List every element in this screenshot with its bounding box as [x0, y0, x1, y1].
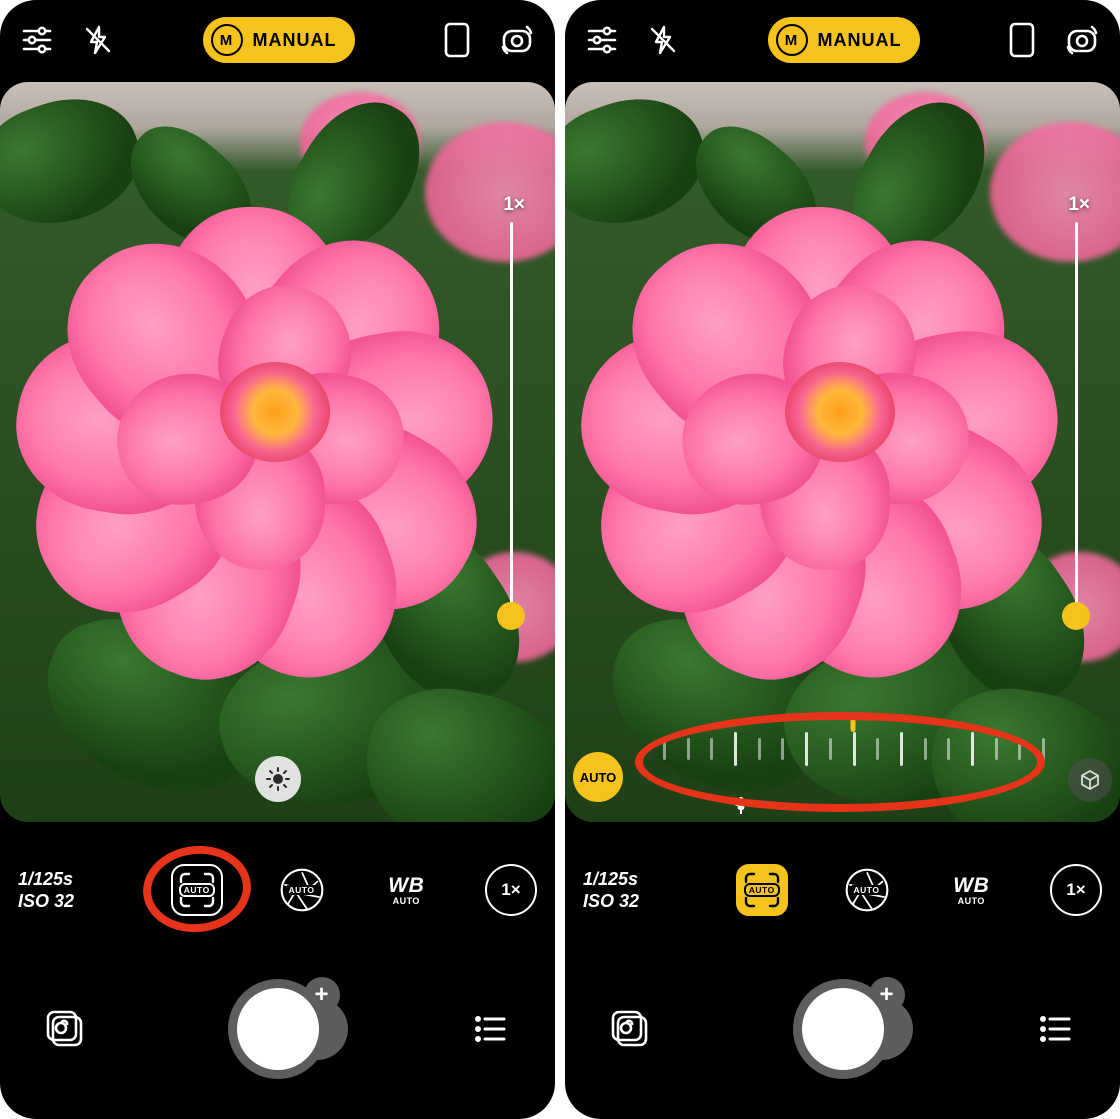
- focus-control-button[interactable]: AUTO: [736, 864, 788, 916]
- camera-screen-left: M MANUAL: [0, 0, 555, 1119]
- shutter-speed-value: 1/125s: [583, 868, 683, 891]
- manual-controls-row: 1/125s ISO 32 AUTO AUTO: [0, 835, 555, 945]
- settings-sliders-icon[interactable]: [20, 23, 54, 57]
- top-bar: M MANUAL: [565, 0, 1120, 80]
- flash-off-icon[interactable]: [647, 24, 679, 56]
- focus-control-button[interactable]: AUTO: [171, 864, 223, 916]
- flash-off-icon[interactable]: [82, 24, 114, 56]
- macro-flower-icon: [730, 794, 752, 816]
- iso-value: ISO 32: [583, 890, 683, 913]
- format-cube-icon[interactable]: [1068, 758, 1112, 802]
- shutter-button[interactable]: [228, 979, 328, 1079]
- zoom-slider-handle[interactable]: [1062, 602, 1090, 630]
- shutter-speed-value: 1/125s: [18, 868, 118, 891]
- zoom-slider-track[interactable]: [510, 222, 513, 622]
- mode-badge: M: [776, 24, 808, 56]
- aspect-ratio-icon[interactable]: [1008, 21, 1036, 59]
- gallery-button[interactable]: [40, 1004, 90, 1054]
- wb-label: WB: [953, 875, 989, 896]
- focus-auto-badge[interactable]: AUTO: [573, 752, 623, 802]
- white-balance-control-button[interactable]: WB AUTO: [380, 864, 432, 916]
- lens-zoom-button[interactable]: 1×: [485, 864, 537, 916]
- menu-list-button[interactable]: [1030, 1004, 1080, 1054]
- subject-flower: [610, 177, 1030, 577]
- lens-zoom-label: 1×: [1066, 880, 1085, 900]
- camera-switch-icon[interactable]: [1064, 22, 1100, 58]
- zoom-indicator: 1×: [1068, 194, 1090, 216]
- mode-badge: M: [211, 24, 243, 56]
- mode-label: MANUAL: [818, 30, 902, 51]
- shutter-speed-control-button[interactable]: AUTO: [841, 864, 893, 916]
- shutter-row: +: [0, 959, 555, 1099]
- wb-auto-label: AUTO: [393, 896, 420, 906]
- shutter-auto-label: AUTO: [852, 885, 882, 895]
- shutter-button[interactable]: [793, 979, 893, 1079]
- camera-switch-icon[interactable]: [499, 22, 535, 58]
- zoom-slider-track[interactable]: [1075, 222, 1078, 622]
- top-bar: M MANUAL: [0, 0, 555, 80]
- exposure-compensation-button[interactable]: [255, 756, 301, 802]
- wb-label: WB: [388, 875, 424, 896]
- exposure-readout: 1/125s ISO 32: [18, 868, 118, 913]
- shutter-auto-label: AUTO: [287, 885, 317, 895]
- manual-controls-row: 1/125s ISO 32 AUTO AUTO WB AUTO: [565, 835, 1120, 945]
- viewfinder[interactable]: 1×: [0, 82, 555, 822]
- settings-sliders-icon[interactable]: [585, 23, 619, 57]
- camera-screen-right: M MANUAL: [565, 0, 1120, 1119]
- exposure-readout: 1/125s ISO 32: [583, 868, 683, 913]
- iso-value: ISO 32: [18, 890, 118, 913]
- menu-list-button[interactable]: [465, 1004, 515, 1054]
- zoom-slider-handle[interactable]: [497, 602, 525, 630]
- wb-auto-label: AUTO: [958, 896, 985, 906]
- shutter-row: +: [565, 959, 1120, 1099]
- viewfinder[interactable]: 1× AUTO: [565, 82, 1120, 822]
- lens-zoom-button[interactable]: 1×: [1050, 864, 1102, 916]
- aspect-ratio-icon[interactable]: [443, 21, 471, 59]
- lens-zoom-label: 1×: [501, 880, 520, 900]
- shutter-speed-control-button[interactable]: AUTO: [276, 864, 328, 916]
- mode-label: MANUAL: [253, 30, 337, 51]
- subject-flower: [45, 177, 465, 577]
- mode-selector[interactable]: M MANUAL: [768, 17, 920, 63]
- mode-selector[interactable]: M MANUAL: [203, 17, 355, 63]
- focus-dial-marker: [850, 718, 855, 732]
- gallery-button[interactable]: [605, 1004, 655, 1054]
- focus-dial[interactable]: [655, 732, 1050, 782]
- zoom-indicator: 1×: [503, 194, 525, 216]
- white-balance-control-button[interactable]: WB AUTO: [945, 864, 997, 916]
